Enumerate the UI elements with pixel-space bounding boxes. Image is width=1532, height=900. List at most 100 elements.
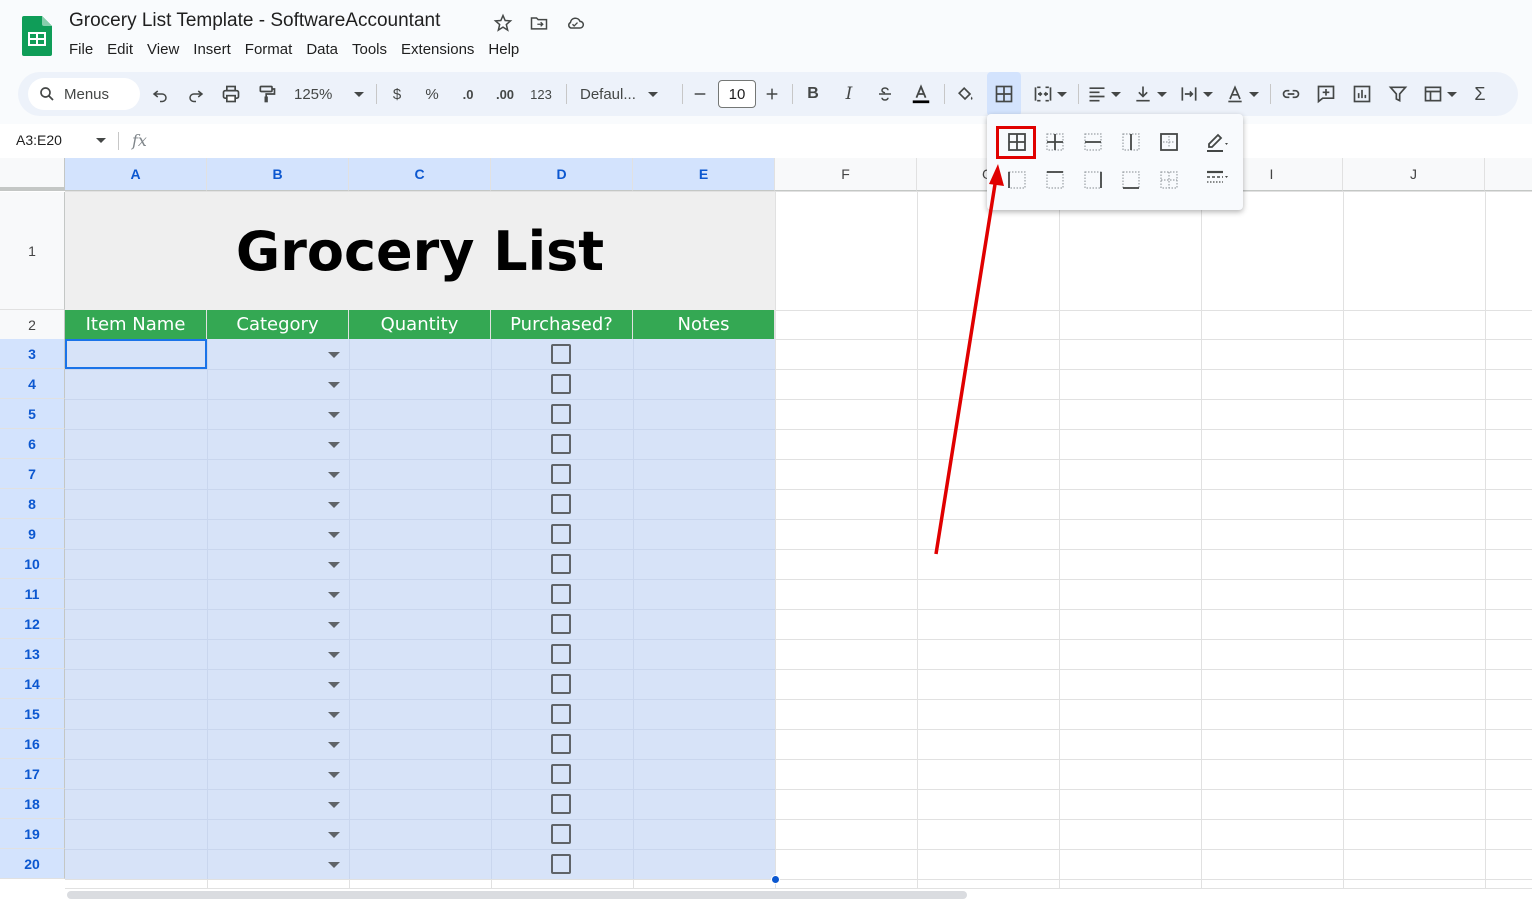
menu-insert[interactable]: Insert — [186, 40, 238, 60]
insert-comment-icon[interactable] — [1313, 72, 1339, 116]
menu-extensions[interactable]: Extensions — [394, 40, 481, 60]
category-dropdown-icon[interactable] — [328, 352, 340, 358]
move-folder-icon[interactable] — [528, 12, 550, 34]
row-header-1[interactable]: 1 — [0, 192, 65, 310]
text-color-icon[interactable] — [908, 72, 934, 116]
decrease-font-size-icon[interactable] — [688, 72, 712, 116]
filter-icon[interactable] — [1385, 72, 1411, 116]
increase-font-size-icon[interactable] — [760, 72, 784, 116]
print-icon[interactable] — [218, 72, 244, 116]
purchased-checkbox[interactable] — [551, 674, 571, 694]
purchased-checkbox[interactable] — [551, 554, 571, 574]
row-header-14[interactable]: 14 — [0, 669, 65, 699]
category-dropdown-icon[interactable] — [328, 772, 340, 778]
right-border-icon[interactable] — [1079, 166, 1107, 194]
bold-button[interactable]: B — [802, 72, 824, 116]
purchased-checkbox[interactable] — [551, 524, 571, 544]
row-header-18[interactable]: 18 — [0, 789, 65, 819]
category-dropdown-icon[interactable] — [328, 472, 340, 478]
row-header-17[interactable]: 17 — [0, 759, 65, 789]
category-dropdown-icon[interactable] — [328, 862, 340, 868]
purchased-checkbox[interactable] — [551, 404, 571, 424]
horizontal-borders-icon[interactable] — [1079, 128, 1107, 156]
font-select[interactable]: Defaul... — [574, 72, 672, 116]
category-dropdown-icon[interactable] — [328, 502, 340, 508]
category-dropdown-icon[interactable] — [328, 622, 340, 628]
purchased-checkbox[interactable] — [551, 344, 571, 364]
outer-borders-icon[interactable] — [1155, 128, 1183, 156]
font-size-input[interactable]: 10 — [718, 80, 756, 108]
document-title[interactable]: Grocery List Template - SoftwareAccounta… — [69, 10, 440, 32]
row-header-19[interactable]: 19 — [0, 819, 65, 849]
category-dropdown-icon[interactable] — [328, 382, 340, 388]
menu-tools[interactable]: Tools — [345, 40, 394, 60]
menu-edit[interactable]: Edit — [100, 40, 140, 60]
redo-icon[interactable] — [184, 72, 208, 116]
menu-format[interactable]: Format — [238, 40, 300, 60]
active-cell[interactable] — [65, 339, 207, 369]
fill-color-icon[interactable] — [952, 72, 978, 116]
category-dropdown-icon[interactable] — [328, 412, 340, 418]
italic-button[interactable]: I — [838, 72, 860, 116]
header-category[interactable]: Category — [207, 310, 349, 339]
column-header-j[interactable]: J — [1343, 158, 1485, 191]
bottom-border-icon[interactable] — [1117, 166, 1145, 194]
row-header-13[interactable]: 13 — [0, 639, 65, 669]
undo-icon[interactable] — [148, 72, 172, 116]
text-wrapping-button[interactable] — [1176, 72, 1216, 116]
border-color-button[interactable] — [1201, 128, 1235, 156]
header-notes[interactable]: Notes — [633, 310, 775, 339]
category-dropdown-icon[interactable] — [328, 592, 340, 598]
menu-data[interactable]: Data — [299, 40, 345, 60]
column-header-b[interactable]: B — [207, 158, 349, 191]
chevron-down-icon[interactable] — [96, 138, 106, 143]
selection-fill-handle[interactable] — [771, 875, 780, 884]
currency-format-button[interactable]: $ — [386, 72, 408, 116]
number-format-button[interactable]: 123 — [527, 72, 555, 116]
star-icon[interactable] — [492, 12, 514, 34]
vertical-align-button[interactable] — [1130, 72, 1170, 116]
clear-borders-icon[interactable] — [1155, 166, 1183, 194]
category-dropdown-icon[interactable] — [328, 832, 340, 838]
zoom-select[interactable]: 125% — [288, 72, 368, 116]
purchased-checkbox[interactable] — [551, 434, 571, 454]
row-header-4[interactable]: 4 — [0, 369, 65, 399]
column-header-a[interactable]: A — [65, 158, 207, 191]
row-header-16[interactable]: 16 — [0, 729, 65, 759]
row-header-11[interactable]: 11 — [0, 579, 65, 609]
category-dropdown-icon[interactable] — [328, 562, 340, 568]
row-header-3[interactable]: 3 — [0, 339, 65, 369]
purchased-checkbox[interactable] — [551, 584, 571, 604]
row-header-2[interactable]: 2 — [0, 310, 65, 340]
header-item-name[interactable]: Item Name — [65, 310, 207, 339]
category-dropdown-icon[interactable] — [328, 532, 340, 538]
horizontal-align-button[interactable] — [1084, 72, 1124, 116]
purchased-checkbox[interactable] — [551, 374, 571, 394]
sheets-logo-icon[interactable] — [22, 16, 52, 56]
increase-decimal-button[interactable]: .00 — [490, 72, 520, 116]
vertical-borders-icon[interactable] — [1117, 128, 1145, 156]
header-quantity[interactable]: Quantity — [349, 310, 491, 339]
row-header-7[interactable]: 7 — [0, 459, 65, 489]
spreadsheet-grid[interactable]: A B C D E F G H I J 1 2 3456789101112131… — [0, 158, 1532, 900]
category-dropdown-icon[interactable] — [328, 802, 340, 808]
category-dropdown-icon[interactable] — [328, 682, 340, 688]
row-header-6[interactable]: 6 — [0, 429, 65, 459]
text-rotation-button[interactable] — [1222, 72, 1262, 116]
purchased-checkbox[interactable] — [551, 734, 571, 754]
name-box[interactable]: A3:E20 — [16, 132, 62, 148]
row-header-20[interactable]: 20 — [0, 849, 65, 879]
purchased-checkbox[interactable] — [551, 494, 571, 514]
column-header-c[interactable]: C — [349, 158, 491, 191]
decrease-decimal-button[interactable]: .0 — [455, 72, 481, 116]
borders-icon[interactable] — [987, 72, 1021, 116]
strikethrough-icon[interactable] — [873, 72, 897, 116]
column-header-f[interactable]: F — [775, 158, 917, 191]
header-purchased[interactable]: Purchased? — [491, 310, 633, 339]
column-header-k[interactable] — [1485, 158, 1532, 191]
row-header-12[interactable]: 12 — [0, 609, 65, 639]
percent-format-button[interactable]: % — [421, 72, 443, 116]
purchased-checkbox[interactable] — [551, 614, 571, 634]
menu-view[interactable]: View — [140, 40, 186, 60]
sheet-title-cell[interactable]: Grocery List — [65, 192, 775, 310]
